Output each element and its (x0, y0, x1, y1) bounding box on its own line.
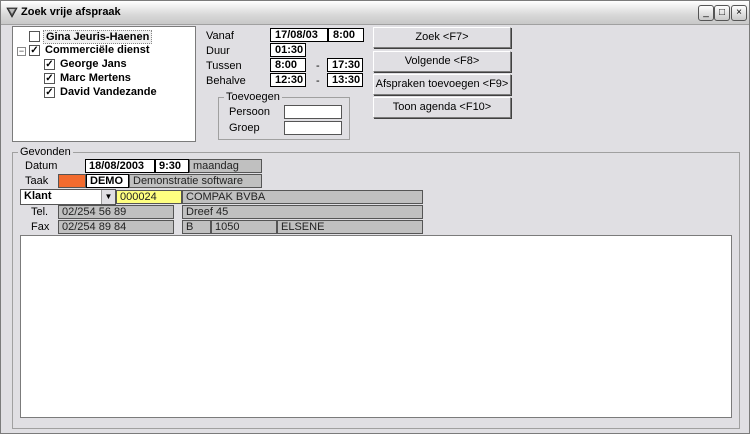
taak-code-field: DEMO (86, 174, 129, 188)
tree-item-label: David Vandezande (60, 86, 157, 98)
behalve-to-field[interactable]: 13:30 (327, 73, 363, 87)
persoon-input[interactable] (284, 105, 342, 119)
klant-select-value: Klant (24, 190, 52, 202)
taak-label: Taak (25, 175, 49, 187)
checkbox[interactable]: ✓ (29, 45, 40, 56)
taak-desc-field: Demonstratie software (129, 174, 262, 188)
tussen-separator: - (316, 60, 320, 72)
vanaf-time-field[interactable]: 8:00 (328, 28, 364, 42)
fax-field: 02/254 89 84 (58, 220, 174, 234)
fax-label: Fax (31, 221, 50, 233)
maximize-button[interactable]: □ (714, 5, 730, 21)
tel-label: Tel. (31, 206, 49, 218)
persoon-label: Persoon (229, 106, 270, 118)
minimize-button[interactable]: _ (698, 5, 714, 21)
behalve-from-field[interactable]: 12:30 (270, 73, 306, 87)
dag-field: maandag (189, 159, 262, 173)
window-title: Zoek vrije afspraak (21, 6, 121, 18)
vanaf-date-field[interactable]: 17/08/03 (270, 28, 328, 42)
taak-color-swatch (58, 174, 86, 188)
duur-field[interactable]: 01:30 (270, 43, 306, 57)
notes-area[interactable] (20, 235, 732, 418)
klant-select[interactable]: Klant ▼ (20, 189, 116, 205)
tussen-to-field[interactable]: 17:30 (327, 58, 363, 72)
close-button[interactable]: × (731, 5, 747, 21)
tussen-label: Tussen (206, 60, 242, 72)
checkbox[interactable]: ✓ (44, 73, 55, 84)
chevron-down-icon[interactable]: ▼ (101, 190, 115, 204)
checkbox[interactable]: ✓ (44, 59, 55, 70)
behalve-separator: - (316, 75, 320, 87)
tijd-field: 9:30 (155, 159, 189, 173)
land-field: B (182, 220, 211, 234)
title-bar: Zoek vrije afspraak _ □ × (1, 1, 749, 25)
zoek-button[interactable]: Zoek <F7> (373, 27, 511, 48)
employee-tree[interactable]: Gina Jeuris-Haenen − ✓ Commerciële diens… (12, 26, 196, 142)
behalve-label: Behalve (206, 75, 246, 87)
postcode-field: 1050 (211, 220, 277, 234)
tree-item-label: Marc Mertens (60, 72, 131, 84)
checkbox[interactable]: ✓ (44, 87, 55, 98)
datum-field: 18/08/2003 (85, 159, 155, 173)
toon-agenda-button[interactable]: Toon agenda <F10> (373, 97, 511, 118)
app-icon (6, 7, 18, 18)
gemeente-field: ELSENE (277, 220, 423, 234)
vanaf-label: Vanaf (206, 30, 234, 42)
gevonden-title: Gevonden (18, 146, 73, 158)
app-window: Zoek vrije afspraak _ □ × Gina Jeuris-Ha… (0, 0, 750, 434)
duur-label: Duur (206, 45, 230, 57)
tree-item-label: George Jans (60, 58, 127, 70)
klant-naam-field: COMPAK BVBA (182, 190, 423, 204)
toevoegen-title: Toevoegen (224, 91, 282, 103)
tel-field: 02/254 56 89 (58, 205, 174, 219)
tree-item-label: Gina Jeuris-Haenen (43, 30, 153, 44)
adres-field: Dreef 45 (182, 205, 423, 219)
collapse-icon[interactable]: − (17, 47, 26, 56)
afspraken-toevoegen-button[interactable]: Afspraken toevoegen <F9> (373, 74, 511, 95)
groep-label: Groep (229, 122, 260, 134)
groep-input[interactable] (284, 121, 342, 135)
tree-item-label: Commerciële dienst (45, 44, 150, 56)
klant-code-field[interactable]: 000024 (116, 190, 182, 204)
volgende-button[interactable]: Volgende <F8> (373, 51, 511, 72)
checkbox[interactable] (29, 31, 40, 42)
datum-label: Datum (25, 160, 58, 172)
tussen-from-field[interactable]: 8:00 (270, 58, 306, 72)
